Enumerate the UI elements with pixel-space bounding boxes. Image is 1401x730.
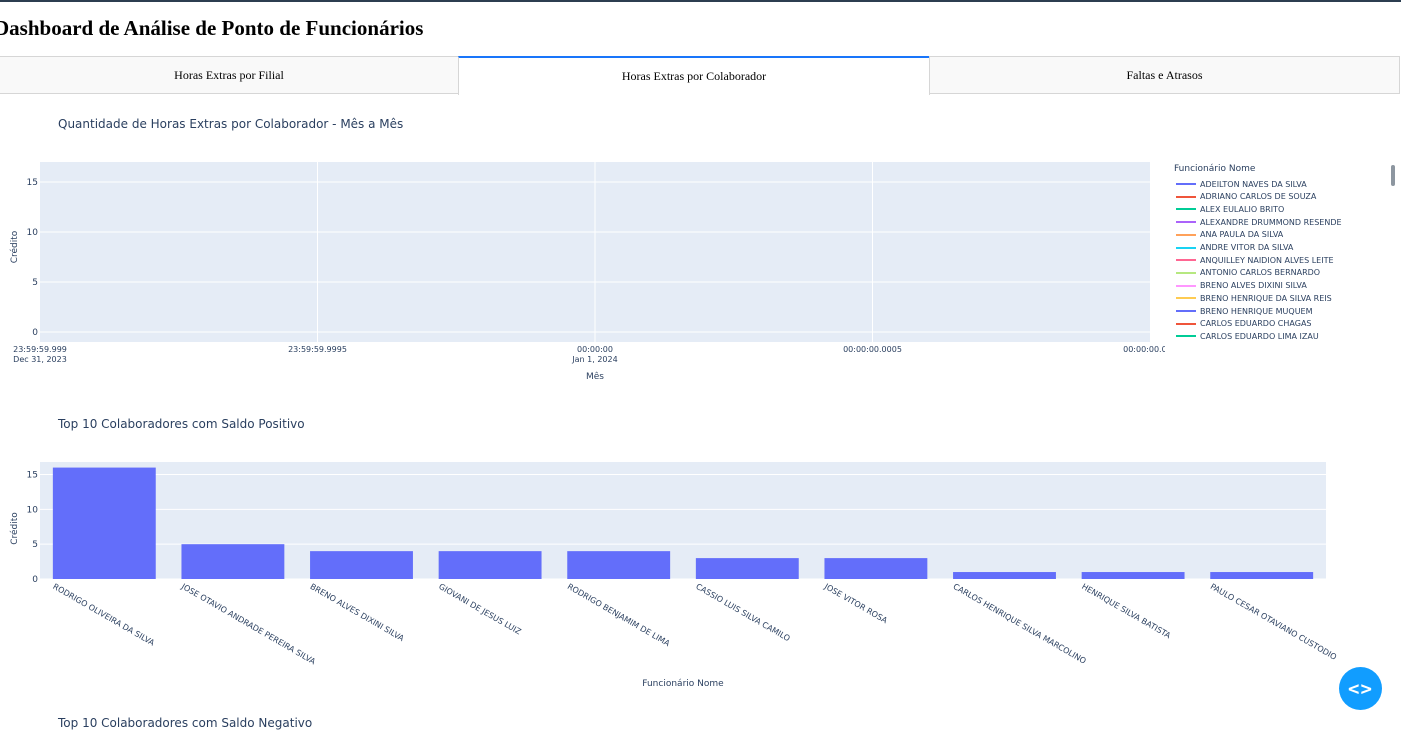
legend-item[interactable]: ANQUILLEY NAIDION ALVES LEITE bbox=[1176, 254, 1334, 266]
legend-label: ALEXANDRE DRUMMOND RESENDE bbox=[1200, 217, 1342, 227]
x-tick-label: 23:59:59.999 bbox=[13, 345, 67, 354]
legend-item[interactable]: ADRIANO CARLOS DE SOUZA bbox=[1176, 191, 1316, 203]
x-axis-title: Mês bbox=[586, 371, 604, 382]
legend-swatch bbox=[1176, 297, 1196, 300]
legend-label: CARLOS EDUARDO LIMA IZAU bbox=[1200, 331, 1319, 341]
legend-swatch bbox=[1176, 183, 1196, 185]
y-tick-label: 15 bbox=[27, 471, 38, 481]
legend-swatch bbox=[1176, 310, 1196, 312]
legend-swatch bbox=[1176, 284, 1196, 287]
bar bbox=[1081, 572, 1185, 579]
legend-item[interactable]: ANTONIO CARLOS BERNARDO bbox=[1176, 267, 1320, 279]
page-title: Dashboard de Análise de Ponto de Funcion… bbox=[0, 16, 424, 40]
y-axis-title: Crédito bbox=[9, 230, 20, 263]
chart-2-title: Top 10 Colaboradores com Saldo Positivo bbox=[58, 417, 305, 431]
legend-label: CARLOS EDUARDO CHAGAS bbox=[1200, 319, 1312, 329]
legend-label: BRENO HENRIQUE DA SILVA REIS bbox=[1200, 293, 1332, 303]
chart-1-legend: Funcionário Nome ADEILTON NAVES DA SILVA… bbox=[1168, 162, 1393, 344]
y-tick-label: 10 bbox=[27, 228, 39, 238]
legend-item[interactable]: ALEXANDRE DRUMMOND RESENDE bbox=[1176, 216, 1342, 228]
tab-horas-extras-filial[interactable]: Horas Extras por Filial bbox=[0, 56, 459, 94]
bar bbox=[181, 544, 285, 579]
x-tick-label: 00:00:00 bbox=[577, 345, 613, 354]
tab-bar: Horas Extras por Filial Horas Extras por… bbox=[0, 56, 1400, 95]
y-tick-label: 0 bbox=[32, 575, 38, 585]
chart-3-title: Top 10 Colaboradores com Saldo Negativo bbox=[58, 716, 313, 730]
tab-horas-extras-colaborador[interactable]: Horas Extras por Colaborador bbox=[458, 56, 930, 95]
chart-1-title: Quantidade de Horas Extras por Colaborad… bbox=[58, 117, 404, 131]
bar bbox=[1210, 572, 1314, 579]
chart-1-svg[interactable]: 0 5 10 15 23:59:59.999Dec 31, 2023 23:59:59.9… bbox=[0, 150, 1165, 390]
tab-faltas-atrasos[interactable]: Faltas e Atrasos bbox=[929, 56, 1400, 94]
y-axis-title: Crédito bbox=[9, 512, 20, 545]
legend-label: ADEILTON NAVES DA SILVA bbox=[1200, 179, 1307, 189]
y-tick-label: 0 bbox=[32, 328, 38, 338]
x-tick-label: RODRIGO OLIVEIRA DA SILVA bbox=[51, 582, 156, 648]
legend-label: ANTONIO CARLOS BERNARDO bbox=[1200, 268, 1321, 278]
bar bbox=[953, 572, 1056, 579]
legend-label: ANDRE VITOR DA SILVA bbox=[1200, 243, 1294, 252]
y-tick-label: 5 bbox=[32, 540, 38, 550]
code-toggle-button[interactable]: <> bbox=[1339, 667, 1382, 710]
legend-swatch bbox=[1176, 221, 1196, 224]
legend-item[interactable]: ANDRE VITOR DA SILVA bbox=[1176, 242, 1293, 254]
x-tick-label: 23:59:59.9995 bbox=[288, 345, 347, 354]
x-tick-label: PAULO CESAR OTAVIANO CUSTODIO bbox=[1209, 582, 1338, 662]
legend-item[interactable]: BRENO ALVES DIXINI SILVA bbox=[1176, 280, 1307, 292]
x-tick-label: HENRIQUE SILVA BATISTA bbox=[1080, 582, 1173, 641]
legend-item[interactable]: BRENO HENRIQUE DA SILVA REIS bbox=[1176, 292, 1332, 304]
x-tick-label: 00:00:00.001 bbox=[1123, 345, 1165, 354]
legend-swatch bbox=[1176, 322, 1196, 325]
x-tick-date: Dec 31, 2023 bbox=[13, 355, 67, 364]
legend-label: ALEX EULALIO BRITO bbox=[1200, 204, 1285, 214]
legend-item[interactable]: BRENO HENRIQUE MUQUEM bbox=[1176, 305, 1313, 317]
legend-label: ANA PAULA DA SILVA bbox=[1200, 230, 1284, 240]
legend-label: ANQUILLEY NAIDION ALVES LEITE bbox=[1200, 255, 1334, 265]
bar bbox=[695, 558, 799, 579]
bar bbox=[438, 551, 542, 579]
bar bbox=[310, 551, 413, 579]
legend-swatch bbox=[1176, 233, 1196, 236]
legend-label: ADRIANO CARLOS DE SOUZA bbox=[1200, 192, 1317, 202]
legend-item[interactable]: ANA PAULA DA SILVA bbox=[1176, 229, 1283, 241]
chart-2-svg[interactable]: 0 5 10 15 RODRIGO OLIVEIRA DA SILVA JOSE OTAV… bbox=[0, 450, 1401, 695]
x-tick-label: 00:00:00.0005 bbox=[843, 345, 902, 354]
legend-swatch bbox=[1176, 271, 1196, 274]
legend-label: BRENO HENRIQUE MUQUEM bbox=[1200, 306, 1313, 316]
x-tick-label: JOSE OTAVIO ANDRADE PEREIRA SILVA bbox=[179, 581, 317, 666]
top-border bbox=[0, 0, 1401, 2]
legend-swatch bbox=[1176, 246, 1196, 249]
x-tick-label: CASSIO LUIS SILVA CAMILO bbox=[694, 582, 791, 643]
legend-item[interactable]: ADEILTON NAVES DA SILVA bbox=[1176, 178, 1307, 190]
x-tick-label: JOSE VITOR ROSA bbox=[822, 581, 889, 625]
x-tick-label: BRENO ALVES DIXINI SILVA bbox=[309, 582, 406, 643]
legend-swatch bbox=[1176, 259, 1196, 262]
x-axis-title: Funcionário Nome bbox=[642, 679, 724, 689]
legend-scrollbar[interactable] bbox=[1391, 165, 1395, 186]
bar bbox=[824, 558, 928, 579]
y-tick-label: 15 bbox=[27, 178, 38, 188]
bar bbox=[52, 467, 156, 579]
legend-label: BRENO ALVES DIXINI SILVA bbox=[1200, 281, 1307, 291]
x-tick-label: RODRIGO BENJAMIM DE LIMA bbox=[566, 582, 672, 648]
legend-title: Funcionário Nome bbox=[1174, 164, 1256, 174]
x-tick-date: Jan 1, 2024 bbox=[571, 355, 617, 364]
y-tick-label: 5 bbox=[32, 278, 38, 288]
x-tick-label: GIOVANI DE JESUS LUIZ bbox=[437, 582, 523, 637]
legend-item[interactable]: ALEX EULALIO BRITO bbox=[1176, 203, 1284, 215]
code-icon: <> bbox=[1348, 677, 1373, 700]
y-tick-label: 10 bbox=[27, 505, 39, 515]
legend-item[interactable]: CARLOS EDUARDO CHAGAS bbox=[1176, 318, 1312, 330]
bar bbox=[567, 551, 671, 579]
legend-swatch bbox=[1176, 208, 1196, 211]
legend-swatch bbox=[1176, 335, 1196, 338]
x-tick-label: CARLOS HENRIQUE SILVA MARCOLINO bbox=[952, 582, 1088, 666]
legend-swatch bbox=[1176, 195, 1196, 198]
legend-item[interactable]: CARLOS EDUARDO LIMA IZAU bbox=[1176, 330, 1319, 342]
